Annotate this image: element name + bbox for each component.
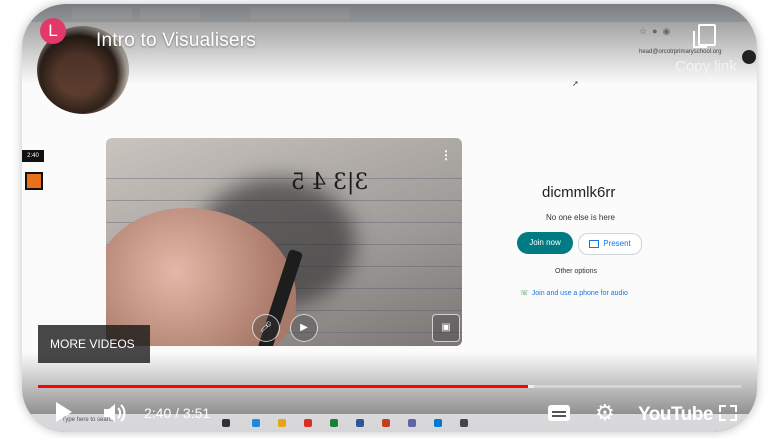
channel-avatar[interactable]: L	[40, 18, 66, 44]
task-view-icon[interactable]	[222, 419, 230, 427]
present-label: Present	[603, 239, 631, 248]
present-button[interactable]: Present	[578, 233, 642, 255]
youtube-logo[interactable]: YouTube	[638, 404, 713, 426]
fullscreen-icon[interactable]	[719, 405, 737, 421]
phone-audio-label: Join and use a phone for audio	[531, 290, 628, 297]
join-now-button[interactable]: Join now	[517, 232, 573, 254]
word-icon[interactable]	[356, 419, 364, 427]
screenshot-frame: L Intro to Visualisers ☆ ● ◉ head@orcotr…	[0, 0, 777, 438]
youtube-embed-player[interactable]: L Intro to Visualisers ☆ ● ◉ head@orcotr…	[22, 4, 757, 432]
app-icon[interactable]	[460, 419, 468, 427]
progress-played	[38, 385, 528, 388]
excel-icon[interactable]	[330, 419, 338, 427]
stop-recording-icon[interactable]	[25, 172, 43, 190]
user-email: head@orcotrprimaryschool.org	[639, 49, 722, 55]
progress-bar[interactable]	[38, 385, 741, 388]
outlook-icon[interactable]	[434, 419, 442, 427]
other-options-label: Other options	[555, 268, 598, 275]
camera-preview: 3|3 4 5 ⋮ 🎤︎ ▶ ▣	[106, 138, 462, 346]
user-avatar[interactable]	[742, 50, 756, 64]
meet-toolbar-icons: ☆ ● ◉	[639, 26, 671, 36]
phone-audio-link[interactable]: ☏ Join and use a phone for audio	[520, 289, 628, 297]
teams-icon[interactable]	[408, 419, 416, 427]
present-icon	[589, 239, 600, 248]
recording-time-badge: 2:40	[22, 150, 44, 162]
captions-icon[interactable]	[548, 405, 570, 421]
time-display: 2:40 / 3:51	[144, 405, 211, 421]
copy-link-label[interactable]: Copy link	[675, 58, 737, 75]
more-options-icon[interactable]: ⋮	[440, 148, 452, 162]
copy-icon[interactable]	[693, 24, 716, 48]
more-videos-button[interactable]: MORE VIDEOS	[38, 325, 150, 363]
play-icon[interactable]	[56, 402, 72, 422]
handwritten-math: 3|3 4 5	[291, 170, 369, 195]
meeting-code: dicmmlk6rr	[542, 184, 616, 201]
effects-icon[interactable]: ▣	[432, 314, 460, 342]
microphone-icon[interactable]: 🎤︎	[252, 314, 280, 342]
camera-icon[interactable]: ▶	[290, 314, 318, 342]
gear-icon[interactable]: ⚙	[595, 400, 615, 426]
mouse-cursor-icon: ➚	[572, 79, 579, 88]
edge-icon[interactable]	[252, 419, 260, 427]
powerpoint-icon[interactable]	[382, 419, 390, 427]
folder-icon[interactable]	[278, 419, 286, 427]
meeting-status: No one else is here	[546, 213, 615, 222]
volume-icon[interactable]	[102, 402, 128, 424]
video-title[interactable]: Intro to Visualisers	[96, 30, 256, 52]
chrome-icon[interactable]	[304, 419, 312, 427]
phone-icon: ☏	[520, 290, 529, 297]
